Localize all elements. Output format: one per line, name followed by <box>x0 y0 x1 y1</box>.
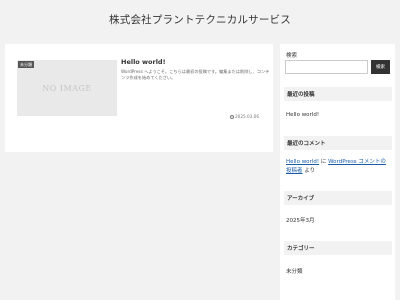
post-date-text: 2025.03.06 <box>235 114 259 119</box>
comment-connector: に <box>320 159 327 165</box>
sidebar: 検索 検索 最近の投稿 Hello world! 最近のコメント Hello w… <box>280 44 395 300</box>
post-excerpt: WordPress へようこそ。こちらは最初の投稿です。編集または削除し、コンテ… <box>121 69 270 80</box>
comment-post-link[interactable]: Hello world! <box>286 159 319 165</box>
recent-post-item[interactable]: Hello world! <box>286 112 319 118</box>
search-input[interactable] <box>285 60 368 74</box>
post-title[interactable]: Hello world! <box>121 58 166 66</box>
category-badge: 未分類 <box>18 61 34 68</box>
archives-title: アーカイブ <box>284 191 392 205</box>
post-thumbnail[interactable]: NO IMAGE <box>17 60 117 116</box>
comment-suffix: より <box>304 167 316 174</box>
recent-comments-title: 最近のコメント <box>284 136 392 150</box>
archive-item[interactable]: 2025年3月 <box>286 216 315 224</box>
no-image-placeholder: NO IMAGE <box>42 83 92 93</box>
categories-title: カテゴリー <box>284 241 392 255</box>
recent-posts-title: 最近の投稿 <box>284 87 392 101</box>
search-label: 検索 <box>286 53 298 59</box>
site-title[interactable]: 株式会社プラントテクニカルサービス <box>109 12 291 27</box>
post-date: 2025.03.06 <box>229 114 259 119</box>
category-item[interactable]: 未分類 <box>286 267 303 275</box>
site-header: 株式会社プラントテクニカルサービス <box>0 0 400 38</box>
clock-icon <box>229 114 234 119</box>
search-button[interactable]: 検索 <box>371 60 390 74</box>
recent-comment-item: Hello world! に WordPress コメントの投稿者 より <box>286 158 391 175</box>
post-card: NO IMAGE 未分類 Hello world! WordPress へようこ… <box>5 44 273 152</box>
